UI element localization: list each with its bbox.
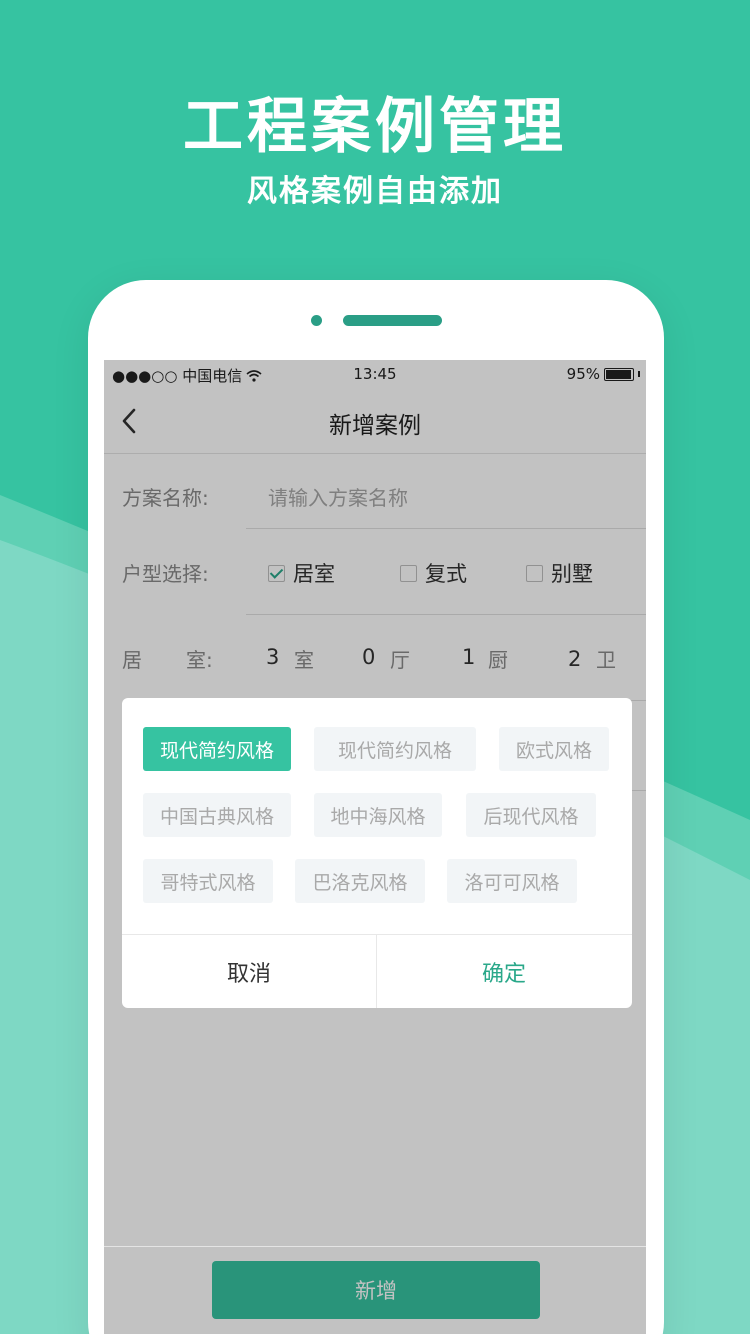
style-tag[interactable]: 中国古典风格	[143, 793, 291, 837]
style-tag[interactable]: 现代简约风格	[314, 727, 476, 771]
bottom-action-bar: 新增	[104, 1246, 646, 1334]
style-tag[interactable]: 哥特式风格	[143, 859, 273, 903]
promo-title: 工程案例管理	[183, 92, 567, 162]
style-tag[interactable]: 洛可可风格	[447, 859, 577, 903]
style-tag[interactable]: 巴洛克风格	[295, 859, 425, 903]
promo-subtitle: 风格案例自由添加	[247, 174, 503, 209]
phone-camera	[311, 315, 322, 326]
style-tag[interactable]: 欧式风格	[499, 727, 609, 771]
style-tag[interactable]: 后现代风格	[466, 793, 596, 837]
cancel-button[interactable]: 取消	[122, 935, 376, 1008]
style-picker-dialog: 现代简约风格 现代简约风格 欧式风格 中国古典风格 地中海风格 后现代风格 哥特…	[122, 698, 632, 1008]
phone-speaker	[343, 315, 442, 326]
style-tag[interactable]: 地中海风格	[314, 793, 442, 837]
style-tag[interactable]: 现代简约风格	[143, 727, 291, 771]
confirm-button[interactable]: 确定	[377, 935, 631, 1008]
bottom-bar-backdrop	[104, 1247, 646, 1334]
